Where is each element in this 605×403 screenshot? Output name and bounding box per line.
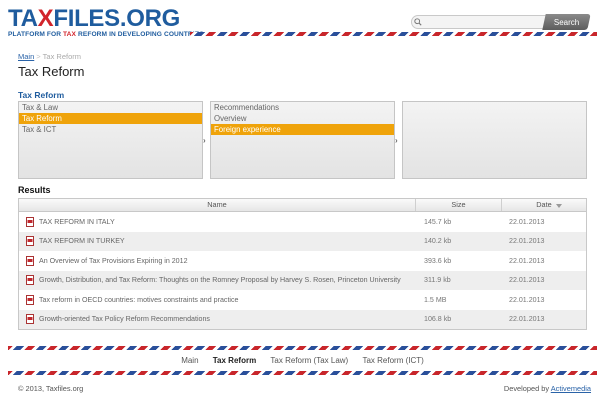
results-table: Name Size Date TAX REFORM IN ITALY 145.7… [18, 198, 587, 330]
developer-credit: Developed by Activemedia [503, 384, 591, 393]
site-tagline: PLATFORM FOR TAX REFORM IN DEVELOPING CO… [8, 31, 204, 38]
sort-icon[interactable] [556, 203, 562, 209]
search-button[interactable]: Search [542, 14, 591, 30]
pdf-file-icon [26, 255, 34, 266]
site-logo[interactable]: TAXFILES.ORG [8, 6, 180, 32]
empty-selector-box [402, 101, 587, 179]
table-row[interactable]: Growth-oriented Tax Policy Reform Recomm… [19, 309, 586, 329]
category-selector-box: Tax & Law Tax Reform Tax & ICT [18, 101, 203, 179]
footer-nav-main[interactable]: Main [181, 356, 198, 365]
document-size: 1.5 MB [424, 295, 447, 304]
section-title: Tax Reform [18, 90, 65, 100]
chevron-right-icon: › [395, 136, 398, 145]
logo-text-part1: TA [8, 5, 38, 32]
pdf-file-icon [26, 275, 34, 286]
document-link[interactable]: TAX REFORM IN ITALY [39, 218, 115, 226]
document-date: 22.01.2013 [509, 256, 545, 265]
category-item-tax-reform[interactable]: Tax Reform [19, 113, 202, 124]
breadcrumb-separator: > [36, 52, 41, 61]
search-form: Search [411, 14, 591, 30]
footer-stripe-divider-bottom [8, 371, 597, 375]
subcategory-selector-box: Recommendations Overview Foreign experie… [210, 101, 395, 179]
footer-nav: Main Tax Reform Tax Reform (Tax Law) Tax… [0, 356, 605, 365]
document-link[interactable]: An Overview of Tax Provisions Expiring i… [39, 257, 188, 265]
table-row[interactable]: Tax reform in OECD countries: motives co… [19, 290, 586, 310]
document-date: 22.01.2013 [509, 276, 545, 285]
document-size: 311.9 kb [424, 276, 451, 285]
subcategory-item-foreign-experience[interactable]: Foreign experience [211, 124, 394, 135]
document-link[interactable]: Growth-oriented Tax Policy Reform Recomm… [39, 315, 210, 323]
category-item-tax-law[interactable]: Tax & Law [19, 102, 202, 113]
search-input[interactable] [411, 15, 547, 29]
document-link[interactable]: Tax reform in OECD countries: motives co… [39, 296, 239, 304]
footer-stripe-divider [8, 346, 597, 350]
category-item-tax-ict[interactable]: Tax & ICT [19, 124, 202, 135]
copyright-text: © 2013, Taxfiles.org [18, 384, 84, 393]
document-size: 393.6 kb [424, 256, 452, 265]
table-header: Name Size Date [19, 199, 586, 212]
pdf-file-icon [26, 294, 34, 305]
footer-nav-tax-reform-tax-law[interactable]: Tax Reform (Tax Law) [270, 356, 348, 365]
page-title: Tax Reform [18, 64, 85, 79]
document-date: 22.01.2013 [509, 295, 545, 304]
subcategory-item-recommendations[interactable]: Recommendations [211, 102, 394, 113]
column-header-size[interactable]: Size [416, 199, 502, 211]
document-date: 22.01.2013 [509, 217, 545, 226]
breadcrumb: Main > Tax Reform [18, 52, 81, 61]
logo-text-part2: X [37, 5, 54, 32]
footer-nav-tax-reform-ict[interactable]: Tax Reform (ICT) [362, 356, 423, 365]
document-size: 145.7 kb [424, 217, 452, 226]
table-row[interactable]: TAX REFORM IN TURKEY 140.2 kb 22.01.2013 [19, 231, 586, 251]
breadcrumb-current: Tax Reform [42, 52, 81, 61]
results-title: Results [18, 185, 51, 195]
document-size: 106.8 kb [424, 315, 452, 324]
document-date: 22.01.2013 [509, 315, 545, 324]
table-row[interactable]: An Overview of Tax Provisions Expiring i… [19, 251, 586, 271]
document-size: 140.2 kb [424, 237, 452, 246]
logo-text-part3: FILES.ORG [53, 5, 180, 32]
pdf-file-icon [26, 236, 34, 247]
table-row[interactable]: TAX REFORM IN ITALY 145.7 kb 22.01.2013 [19, 212, 586, 232]
table-row[interactable]: Growth, Distribution, and Tax Reform: Th… [19, 270, 586, 290]
developer-link[interactable]: Activemedia [551, 384, 591, 393]
document-link[interactable]: Growth, Distribution, and Tax Reform: Th… [39, 276, 401, 284]
breadcrumb-main-link[interactable]: Main [18, 52, 34, 61]
document-date: 22.01.2013 [509, 237, 545, 246]
column-header-date[interactable]: Date [502, 199, 586, 211]
footer-nav-tax-reform[interactable]: Tax Reform [213, 356, 256, 365]
chevron-right-icon: › [203, 136, 206, 145]
pdf-file-icon [26, 216, 34, 227]
column-header-name[interactable]: Name [19, 199, 416, 211]
document-link[interactable]: TAX REFORM IN TURKEY [39, 237, 125, 245]
subcategory-item-overview[interactable]: Overview [211, 113, 394, 124]
search-icon [414, 18, 422, 26]
pdf-file-icon [26, 314, 34, 325]
header-stripe-divider [190, 32, 597, 36]
